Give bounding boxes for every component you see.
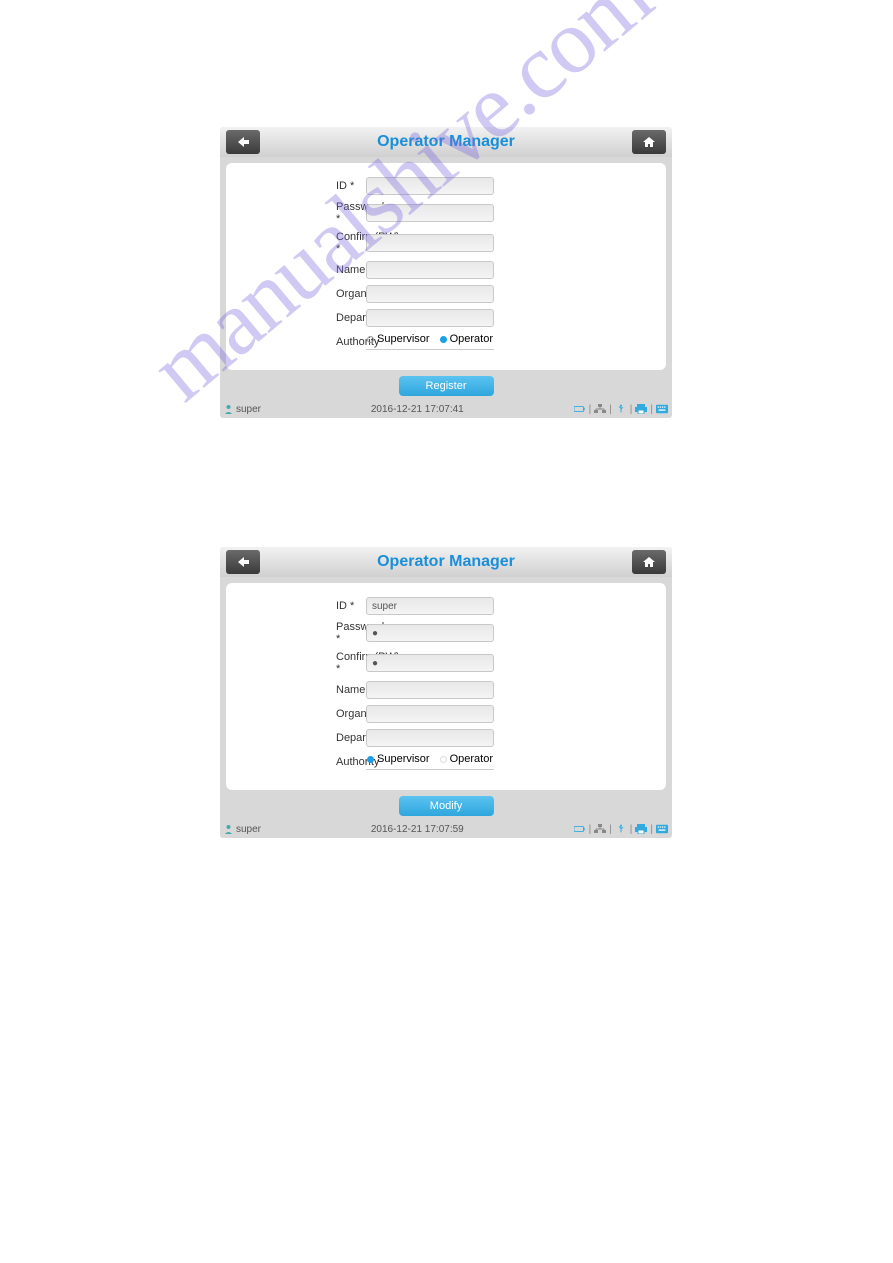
page-title: Operator Manager <box>260 553 632 571</box>
separator-icon: | <box>589 824 592 835</box>
keyboard-icon <box>656 404 668 414</box>
operator-radio[interactable]: Operator <box>440 333 493 345</box>
authority-radio-group: Supervisor Operator <box>366 753 494 770</box>
usb-icon <box>615 824 627 834</box>
confirm-password-input[interactable] <box>366 234 494 252</box>
operator-radio-label: Operator <box>450 333 493 345</box>
id-label: ID * <box>246 600 366 612</box>
back-button[interactable] <box>226 130 260 154</box>
printer-icon <box>635 404 647 414</box>
organization-label: Organization <box>246 288 366 300</box>
home-button[interactable] <box>632 550 666 574</box>
status-user: super <box>236 824 261 835</box>
id-input[interactable] <box>366 177 494 195</box>
form-panel: ID * Password * Confirm(PW) * Name Organ… <box>226 163 666 370</box>
user-icon <box>224 404 233 415</box>
battery-icon <box>574 824 586 834</box>
name-label: Name <box>246 684 366 696</box>
name-input[interactable] <box>366 261 494 279</box>
name-input[interactable] <box>366 681 494 699</box>
radio-icon <box>367 756 374 763</box>
department-input[interactable] <box>366 309 494 327</box>
radio-icon <box>440 336 447 343</box>
authority-label: Authority <box>246 336 366 348</box>
confirm-password-input[interactable] <box>366 654 494 672</box>
back-button[interactable] <box>226 550 260 574</box>
status-datetime: 2016-12-21 17:07:59 <box>261 824 574 835</box>
usb-icon <box>615 404 627 414</box>
network-icon <box>594 404 606 414</box>
id-label: ID * <box>246 180 366 192</box>
battery-icon <box>574 404 586 414</box>
department-label: Department <box>246 312 366 324</box>
supervisor-radio-label: Supervisor <box>377 333 430 345</box>
name-label: Name <box>246 264 366 276</box>
status-user: super <box>236 404 261 415</box>
network-icon <box>594 824 606 834</box>
operator-radio-label: Operator <box>450 753 493 765</box>
id-input[interactable] <box>366 597 494 615</box>
user-icon <box>224 824 233 835</box>
status-icons: | | | | <box>574 404 668 415</box>
home-icon <box>642 556 656 568</box>
supervisor-radio[interactable]: Supervisor <box>367 333 430 345</box>
department-label: Department <box>246 732 366 744</box>
organization-label: Organization <box>246 708 366 720</box>
status-datetime: 2016-12-21 17:07:41 <box>261 404 574 415</box>
department-input[interactable] <box>366 729 494 747</box>
supervisor-radio-label: Supervisor <box>377 753 430 765</box>
separator-icon: | <box>609 404 612 415</box>
password-label: Password * <box>246 621 366 645</box>
statusbar: super 2016-12-21 17:07:41 | | | | <box>220 400 672 418</box>
home-button[interactable] <box>632 130 666 154</box>
separator-icon: | <box>650 404 653 415</box>
password-input[interactable] <box>366 204 494 222</box>
confirm-password-label: Confirm(PW) * <box>246 651 366 675</box>
printer-icon <box>635 824 647 834</box>
register-button[interactable]: Register <box>399 376 494 396</box>
page-title: Operator Manager <box>260 133 632 151</box>
device-screen-register: Operator Manager ID * Password * Confirm… <box>220 127 672 418</box>
titlebar: Operator Manager <box>220 127 672 157</box>
home-icon <box>642 136 656 148</box>
form-panel: ID * Password * Confirm(PW) * Name Organ… <box>226 583 666 790</box>
back-arrow-icon <box>236 136 250 148</box>
separator-icon: | <box>589 404 592 415</box>
operator-radio[interactable]: Operator <box>440 753 493 765</box>
separator-icon: | <box>650 824 653 835</box>
keyboard-icon <box>656 824 668 834</box>
organization-input[interactable] <box>366 285 494 303</box>
password-input[interactable] <box>366 624 494 642</box>
confirm-password-label: Confirm(PW) * <box>246 231 366 255</box>
device-screen-modify: Operator Manager ID * Password * Confirm… <box>220 547 672 838</box>
organization-input[interactable] <box>366 705 494 723</box>
supervisor-radio[interactable]: Supervisor <box>367 753 430 765</box>
separator-icon: | <box>630 404 633 415</box>
titlebar: Operator Manager <box>220 547 672 577</box>
separator-icon: | <box>609 824 612 835</box>
authority-radio-group: Supervisor Operator <box>366 333 494 350</box>
radio-icon <box>367 336 374 343</box>
password-label: Password * <box>246 201 366 225</box>
radio-icon <box>440 756 447 763</box>
statusbar: super 2016-12-21 17:07:59 | | | | <box>220 820 672 838</box>
authority-label: Authority <box>246 756 366 768</box>
status-icons: | | | | <box>574 824 668 835</box>
modify-button[interactable]: Modify <box>399 796 494 816</box>
back-arrow-icon <box>236 556 250 568</box>
separator-icon: | <box>630 824 633 835</box>
